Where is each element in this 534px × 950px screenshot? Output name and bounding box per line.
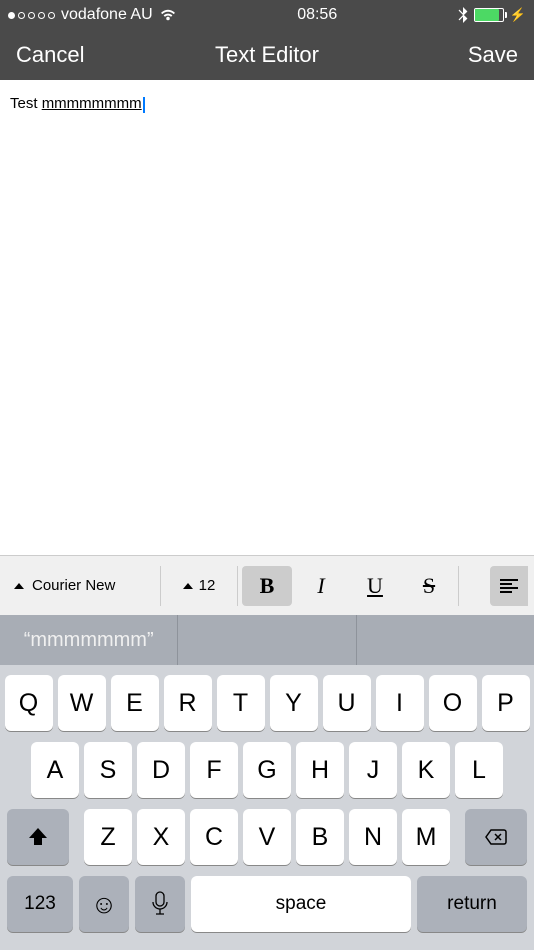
text-editor-area[interactable]: Test mmmmmmmm	[0, 80, 534, 555]
font-selector[interactable]: Courier New	[6, 566, 156, 606]
key-p[interactable]: P	[482, 675, 530, 731]
key-q[interactable]: Q	[5, 675, 53, 731]
format-toolbar: Courier New 12 B I U S	[0, 555, 534, 615]
key-t[interactable]: T	[217, 675, 265, 731]
align-button[interactable]	[490, 566, 528, 606]
key-i[interactable]: I	[376, 675, 424, 731]
keyboard: QWERTYUIOP ASDFGHJKL ZXCVBNM 123 ☺ space…	[0, 665, 534, 950]
key-d[interactable]: D	[137, 742, 185, 798]
carrier-label: vodafone AU	[61, 6, 153, 24]
suggestion-3[interactable]	[357, 615, 534, 665]
key-b[interactable]: B	[296, 809, 344, 865]
key-y[interactable]: Y	[270, 675, 318, 731]
emoji-icon: ☺	[91, 889, 118, 920]
italic-button[interactable]: I	[296, 566, 346, 606]
time-label: 08:56	[297, 6, 337, 24]
key-e[interactable]: E	[111, 675, 159, 731]
charging-icon: ⚡	[510, 7, 526, 23]
key-w[interactable]: W	[58, 675, 106, 731]
key-c[interactable]: C	[190, 809, 238, 865]
key-m[interactable]: M	[402, 809, 450, 865]
wifi-icon	[159, 8, 177, 22]
bold-button[interactable]: B	[242, 566, 292, 606]
chevron-up-icon	[183, 583, 193, 589]
backspace-icon	[484, 825, 508, 849]
mic-key[interactable]	[135, 876, 185, 932]
battery-icon	[474, 8, 504, 22]
editor-text-underlined: mmmmmmmm	[42, 95, 142, 112]
key-j[interactable]: J	[349, 742, 397, 798]
key-r[interactable]: R	[164, 675, 212, 731]
shift-key[interactable]	[7, 809, 69, 865]
key-f[interactable]: F	[190, 742, 238, 798]
font-size-selector[interactable]: 12	[165, 566, 233, 606]
key-h[interactable]: H	[296, 742, 344, 798]
save-button[interactable]: Save	[468, 42, 518, 68]
key-z[interactable]: Z	[84, 809, 132, 865]
suggestion-2[interactable]	[178, 615, 356, 665]
text-cursor	[143, 97, 145, 113]
font-size: 12	[199, 577, 216, 594]
font-name: Courier New	[32, 577, 115, 594]
nav-bar: Cancel Text Editor Save	[0, 30, 534, 80]
key-o[interactable]: O	[429, 675, 477, 731]
backspace-key[interactable]	[465, 809, 527, 865]
key-k[interactable]: K	[402, 742, 450, 798]
key-s[interactable]: S	[84, 742, 132, 798]
numbers-key[interactable]: 123	[7, 876, 73, 932]
align-left-icon	[500, 579, 518, 593]
bluetooth-icon	[458, 7, 468, 23]
cancel-button[interactable]: Cancel	[16, 42, 84, 68]
editor-text-plain: Test	[10, 95, 42, 112]
key-n[interactable]: N	[349, 809, 397, 865]
strikethrough-button[interactable]: S	[404, 566, 454, 606]
emoji-key[interactable]: ☺	[79, 876, 129, 932]
return-key[interactable]: return	[417, 876, 527, 932]
shift-icon	[26, 825, 50, 849]
key-x[interactable]: X	[137, 809, 185, 865]
underline-button[interactable]: U	[350, 566, 400, 606]
key-g[interactable]: G	[243, 742, 291, 798]
signal-icon	[8, 12, 55, 19]
chevron-up-icon	[14, 583, 24, 589]
suggestion-1[interactable]: “mmmmmmm”	[0, 615, 178, 665]
mic-icon	[151, 891, 169, 917]
suggestion-bar: “mmmmmmm”	[0, 615, 534, 665]
space-key[interactable]: space	[191, 876, 411, 932]
page-title: Text Editor	[215, 42, 319, 68]
status-bar: vodafone AU 08:56 ⚡	[0, 0, 534, 30]
key-u[interactable]: U	[323, 675, 371, 731]
key-v[interactable]: V	[243, 809, 291, 865]
key-l[interactable]: L	[455, 742, 503, 798]
key-a[interactable]: A	[31, 742, 79, 798]
